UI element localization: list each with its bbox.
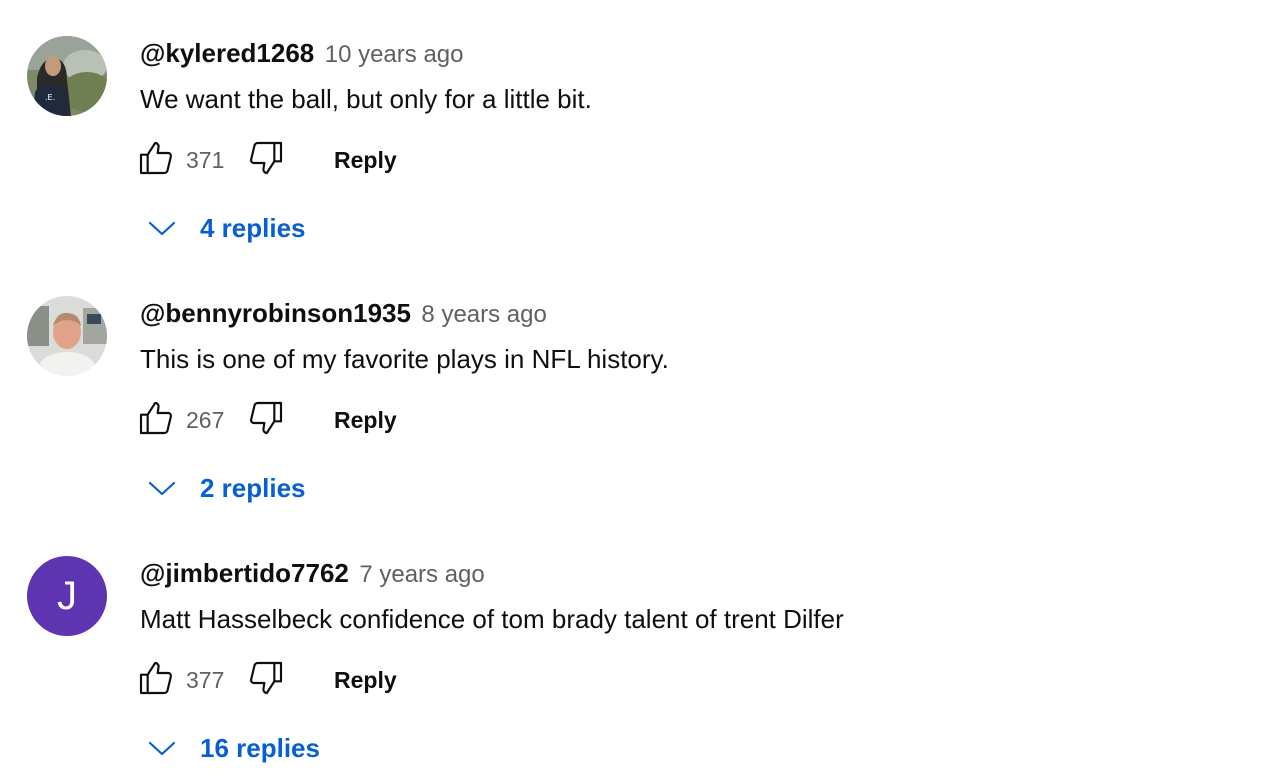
comment-thread: J @jimbertido7762 7 years ago Matt Hasse… (0, 538, 1276, 776)
comment-time[interactable]: 7 years ago (359, 561, 484, 588)
thumbs-down-icon (246, 138, 286, 183)
avatar[interactable]: J (27, 556, 107, 636)
author-name[interactable]: @kylered1268 (140, 38, 314, 68)
replies-count-label[interactable]: 4 replies (200, 213, 306, 244)
avatar-letter: J (57, 573, 77, 618)
comment-thread: .E. @kylered1268 10 years ago We want th… (0, 18, 1276, 258)
dislike-button[interactable] (244, 398, 288, 442)
comment-text: This is one of my favorite plays in NFL … (140, 344, 669, 374)
thumbs-up-icon (136, 138, 176, 183)
thumbs-up-icon (136, 658, 176, 703)
like-button[interactable] (134, 658, 178, 702)
comment-header: @kylered1268 10 years ago (140, 38, 463, 69)
comment-time[interactable]: 8 years ago (421, 301, 546, 328)
view-replies-button[interactable]: 4 replies (140, 208, 306, 248)
chevron-down-icon (140, 468, 184, 508)
like-button[interactable] (134, 138, 178, 182)
view-replies-button[interactable]: 16 replies (140, 728, 320, 768)
comments-section: .E. @kylered1268 10 years ago We want th… (0, 0, 1276, 776)
comment-actions: 267 Reply (134, 398, 397, 442)
view-replies-button[interactable]: 2 replies (140, 468, 306, 508)
like-count: 377 (186, 666, 225, 693)
avatar[interactable]: .E. (27, 36, 107, 116)
comment-text: We want the ball, but only for a little … (140, 84, 592, 114)
dislike-button[interactable] (244, 658, 288, 702)
chevron-down-icon (140, 728, 184, 768)
dislike-button[interactable] (244, 138, 288, 182)
thumbs-up-icon (136, 398, 176, 443)
like-count: 267 (186, 406, 225, 433)
comment-actions: 371 Reply (134, 138, 397, 182)
reply-button[interactable]: Reply (334, 667, 397, 694)
reply-button[interactable]: Reply (334, 147, 397, 174)
like-button[interactable] (134, 398, 178, 442)
thumbs-down-icon (246, 398, 286, 443)
author-name[interactable]: @bennyrobinson1935 (140, 298, 411, 328)
svg-text:.E.: .E. (45, 93, 55, 102)
thumbs-down-icon (246, 658, 286, 703)
replies-count-label[interactable]: 16 replies (200, 733, 320, 764)
author-name[interactable]: @jimbertido7762 (140, 558, 349, 588)
comment-header: @bennyrobinson1935 8 years ago (140, 298, 547, 329)
reply-button[interactable]: Reply (334, 407, 397, 434)
comment-text: Matt Hasselbeck confidence of tom brady … (140, 604, 844, 634)
comment-thread: @bennyrobinson1935 8 years ago This is o… (0, 278, 1276, 518)
chevron-down-icon (140, 208, 184, 248)
comment-time[interactable]: 10 years ago (325, 41, 464, 68)
avatar[interactable] (27, 296, 107, 376)
replies-count-label[interactable]: 2 replies (200, 473, 306, 504)
comment-actions: 377 Reply (134, 658, 397, 702)
comment-header: @jimbertido7762 7 years ago (140, 558, 485, 589)
like-count: 371 (186, 146, 225, 173)
